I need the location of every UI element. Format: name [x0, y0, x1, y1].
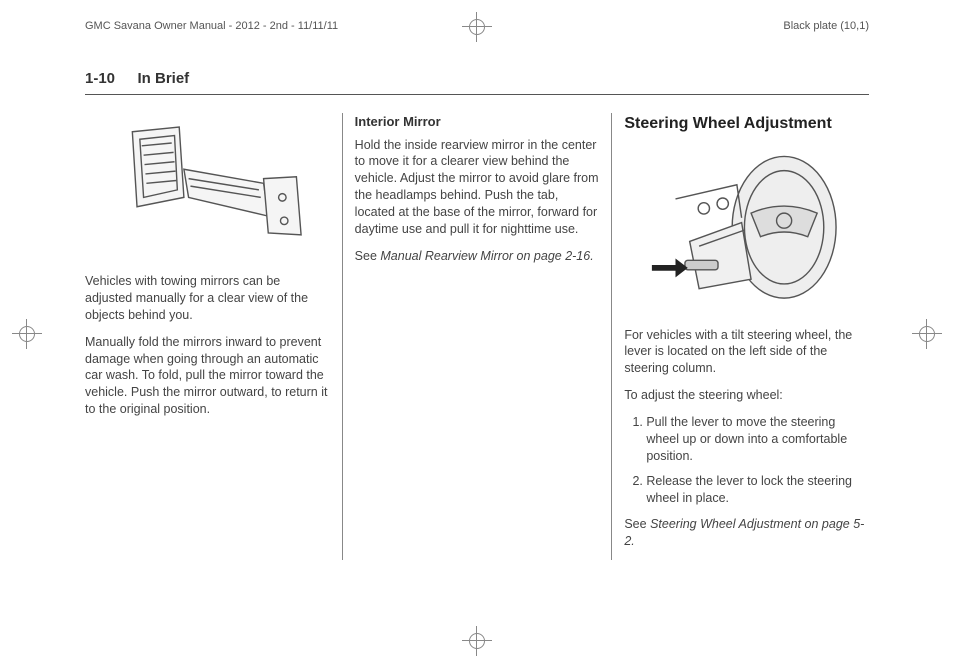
crop-mark-right	[912, 319, 942, 349]
step-1: Pull the lever to move the steering whee…	[646, 414, 869, 465]
col1-p1: Vehicles with towing mirrors can be adju…	[85, 273, 330, 324]
crop-mark-bottom	[462, 626, 492, 656]
col3-p2: To adjust the steering wheel:	[624, 387, 869, 404]
section-title: In Brief	[137, 70, 189, 87]
column-3: Steering Wheel Adjustment	[612, 113, 869, 560]
towing-mirror-figure	[85, 113, 330, 263]
columns-container: Vehicles with towing mirrors can be adju…	[85, 113, 869, 560]
steering-wheel-figure	[624, 147, 869, 317]
col2-ref: Manual Rearview Mirror on page 2-16.	[380, 249, 593, 263]
crop-mark-left	[12, 319, 42, 349]
col1-p2: Manually fold the mirrors inward to prev…	[85, 334, 330, 418]
steering-steps: Pull the lever to move the steering whee…	[624, 414, 869, 506]
steering-heading: Steering Wheel Adjustment	[624, 113, 869, 135]
page-number: 1-10	[85, 70, 115, 87]
col3-see: See Steering Wheel Adjustment on page 5-…	[624, 516, 869, 550]
document-header: GMC Savana Owner Manual - 2012 - 2nd - 1…	[85, 20, 869, 32]
doc-title: GMC Savana Owner Manual - 2012 - 2nd - 1…	[85, 20, 338, 32]
interior-mirror-heading: Interior Mirror	[355, 113, 600, 131]
col3-p1: For vehicles with a tilt steering wheel,…	[624, 327, 869, 378]
column-1: Vehicles with towing mirrors can be adju…	[85, 113, 342, 560]
col2-see: See Manual Rearview Mirror on page 2-16.	[355, 248, 600, 265]
page-content: 1-10 In Brief	[85, 70, 869, 623]
page-header: 1-10 In Brief	[85, 70, 869, 95]
col3-ref: Steering Wheel Adjustment on page 5-2.	[624, 517, 864, 548]
step-2: Release the lever to lock the steering w…	[646, 473, 869, 507]
col2-p1: Hold the inside rearview mirror in the c…	[355, 137, 600, 238]
column-2: Interior Mirror Hold the inside rearview…	[343, 113, 612, 560]
plate-info: Black plate (10,1)	[783, 20, 869, 32]
